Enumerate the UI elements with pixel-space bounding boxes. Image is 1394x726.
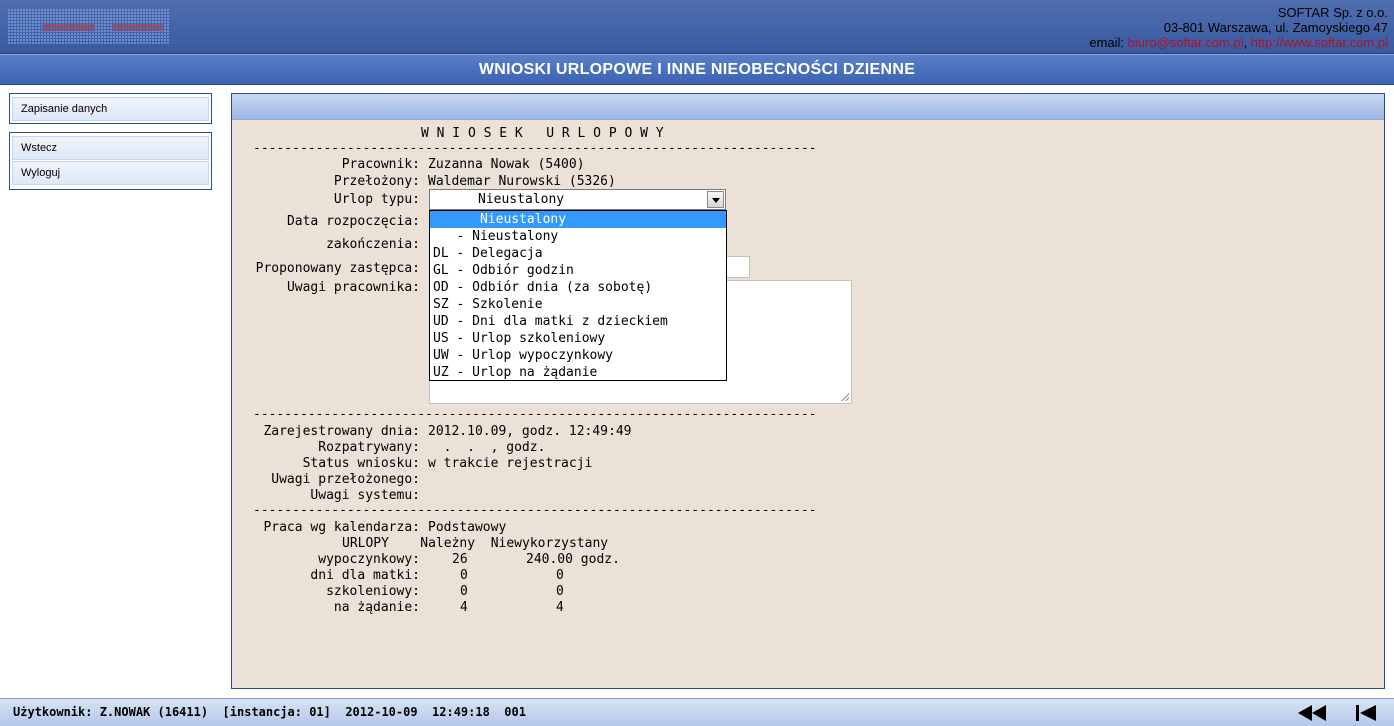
separator-line: ----------------------------------------…	[253, 141, 817, 156]
system-notes-label: Uwagi systemu:	[310, 488, 420, 503]
menu-group-navigation: Wstecz Wyloguj	[9, 132, 212, 190]
employee-value: Zuzanna Nowak (5400)	[428, 157, 585, 172]
leave-type-selected: Nieustalony	[478, 192, 565, 207]
leave-type-label: Urlop typu:	[333, 192, 420, 207]
separator-line: ----------------------------------------…	[253, 407, 817, 422]
company-name: SOFTAR Sp. z o.o.	[1277, 5, 1388, 20]
leave-table-header: URLOPY Należny Niewykorzystany	[342, 536, 609, 551]
leave-type-option[interactable]: GL - Odbiór godzin	[430, 262, 726, 279]
leave-row-unused: 240.00 godz.	[526, 552, 620, 567]
form-heading: W N I O S E K U R L O P O W Y	[421, 126, 664, 141]
leave-type-option[interactable]: OD - Odbiór dnia (za sobotę)	[430, 279, 726, 296]
employee-label: Pracownik:	[341, 157, 420, 172]
page-title-bar: WNIOSKI URLOPOWE I INNE NIEOBECNOŚCI DZI…	[0, 54, 1394, 85]
company-info: SOFTAR Sp. z o.o. 03-801 Warszawa, ul. Z…	[1089, 5, 1388, 50]
resize-grip-icon[interactable]	[841, 393, 849, 401]
softar-logo-icon	[8, 9, 170, 45]
menu-group-actions: Zapisanie danych	[9, 93, 212, 124]
panel-header	[232, 94, 1384, 120]
status-label: Status wniosku:	[302, 456, 420, 471]
leave-row-unused: 0	[556, 584, 564, 599]
calendar-label: Praca wg kalendarza:	[263, 520, 420, 535]
reviewed-label: Rozpatrywany:	[318, 440, 420, 455]
website-link[interactable]: http://www.softar.com.pl	[1251, 35, 1388, 50]
registered-value: 2012.10.09, godz. 12:49:49	[428, 424, 632, 439]
back-button[interactable]: Wstecz	[12, 136, 209, 160]
app-header: SOFTAR Sp. z o.o. 03-801 Warszawa, ul. Z…	[0, 0, 1394, 54]
leave-type-option[interactable]: SZ - Szkolenie	[430, 296, 726, 313]
leave-row-due: 0	[460, 568, 468, 583]
leave-type-option[interactable]: UW - Urlop wypoczynkowy	[430, 347, 726, 364]
page-title: WNIOSKI URLOPOWE I INNE NIEOBECNOŚCI DZI…	[478, 61, 916, 78]
email-link[interactable]: biuro@softar.com.pl	[1128, 35, 1244, 50]
leave-type-select[interactable]: Nieustalony	[429, 189, 726, 210]
email-label: email:	[1089, 35, 1125, 50]
leave-type-option[interactable]: - Nieustalony	[430, 228, 726, 245]
supervisor-label: Przełożony:	[333, 174, 420, 189]
logout-button[interactable]: Wyloguj	[12, 161, 209, 185]
substitute-label: Proponowany zastępca:	[255, 261, 420, 276]
save-data-button[interactable]: Zapisanie danych	[12, 97, 209, 121]
leave-row-unused: 0	[556, 568, 564, 583]
leave-row-due: 0	[460, 584, 468, 599]
leave-row-label: dni dla matki:	[310, 568, 420, 583]
skip-to-start-icon[interactable]	[1350, 703, 1390, 723]
leave-row-unused: 4	[556, 600, 564, 615]
chevron-down-icon[interactable]	[707, 191, 724, 208]
leave-row-label: wypoczynkowy:	[318, 552, 420, 567]
leave-type-option[interactable]: US - Urlop szkoleniowy	[430, 330, 726, 347]
company-address: 03-801 Warszawa, ul. Zamoyskiego 47	[1163, 20, 1388, 35]
leave-type-dropdown[interactable]: Nieustalony - Nieustalony DL - Delegacja…	[429, 210, 727, 381]
separator-line: ----------------------------------------…	[253, 503, 817, 518]
leave-row-label: szkoleniowy:	[326, 584, 420, 599]
leave-row-due: 4	[460, 600, 468, 615]
leave-row-due: 26	[452, 552, 468, 567]
status-bar-text: Użytkownik: Z.NOWAK (16411) [instancja: …	[13, 705, 526, 719]
calendar-value: Podstawowy	[428, 520, 507, 535]
reviewed-value: . . , godz.	[428, 440, 546, 455]
leave-row-label: na żądanie:	[333, 600, 420, 615]
leave-type-option[interactable]: UD - Dni dla matki z dzieckiem	[430, 313, 726, 330]
end-date-label: zakończenia:	[326, 237, 420, 252]
status-value: w trakcie rejestracji	[428, 456, 593, 471]
status-bar: Użytkownik: Z.NOWAK (16411) [instancja: …	[0, 698, 1394, 726]
supervisor-notes-label: Uwagi przełożonego:	[271, 472, 420, 487]
leave-type-option[interactable]: UZ - Urlop na żądanie	[430, 364, 726, 381]
supervisor-value: Waldemar Nurowski (5326)	[428, 174, 616, 189]
leave-type-option[interactable]: DL - Delegacja	[430, 245, 726, 262]
start-date-label: Data rozpoczęcia:	[286, 214, 420, 229]
employee-notes-label: Uwagi pracownika:	[286, 280, 420, 295]
rewind-icon[interactable]	[1292, 703, 1332, 723]
contact-separator: ,	[1243, 35, 1248, 50]
registered-label: Zarejestrowany dnia:	[263, 424, 420, 439]
leave-type-option[interactable]: Nieustalony	[430, 211, 726, 228]
